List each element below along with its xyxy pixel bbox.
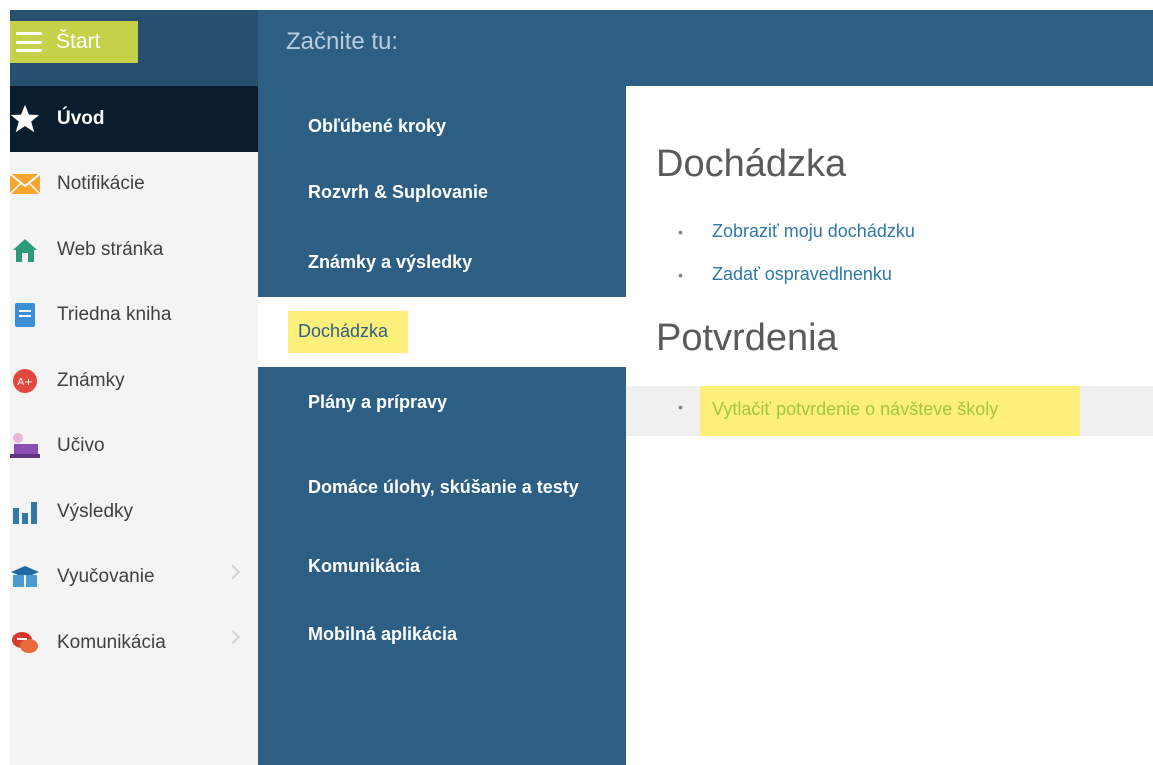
menu-item-mobilna-aplikacia[interactable]: Mobilná aplikácia [258,612,626,656]
lesson-icon [10,431,40,461]
menu-item-komunikacia[interactable]: Komunikácia [258,544,626,588]
sidebar-item-triedna-kniha[interactable]: Triedna kniha [10,283,258,349]
sidebar-item-label: Známky [57,369,125,391]
menu-item-label: Komunikácia [308,556,421,576]
sidebar-item-label: Notifikácie [57,173,145,195]
sidebar-item-znamky[interactable]: A+ Známky [10,348,258,414]
house-icon [10,235,40,265]
svg-text:A+: A+ [17,377,32,388]
sidebar-item-label: Web stránka [57,238,164,260]
menu-item-znamky-vysledky[interactable]: Známky a výsledky [258,240,626,284]
menu-item-label: Dochádzka [288,311,409,353]
chevron-right-icon [225,564,241,579]
menu-item-label: Známky a výsledky [308,252,473,272]
link-vytlacit-potvrdenie[interactable]: Vytlačiť potvrdenie o návšteve školy [712,399,998,420]
sidebar-item-label: Triedna kniha [57,304,172,326]
sidebar-item-label: Výsledky [57,500,134,522]
section-title-dochadzka: Dochádzka [656,143,847,185]
bullet-icon: • [678,266,683,283]
menu-item-label: Domáce úlohy, skúšanie a testy [308,477,579,497]
list-item: • Zadať ospravedlnenku [678,264,892,285]
hamburger-menu-icon [16,32,42,52]
menu-item-label: Rozvrh & Suplovanie [308,182,489,202]
book-icon [10,300,40,330]
sidebar: Úvod Notifikácie Web stránka Triedna kni… [10,86,258,765]
sidebar-item-label: Vyučovanie [57,566,155,588]
link-zadat-ospravedlnenku[interactable]: Zadať ospravedlnenku [712,264,892,285]
sidebar-item-vyucovanie[interactable]: Vyučovanie [10,545,258,611]
start-menu: Obľúbené kroky Rozvrh & Suplovanie Známk… [258,86,626,765]
sidebar-item-vysledky[interactable]: Výsledky [10,479,258,545]
section-title-potvrdenia: Potvrdenia [656,317,838,359]
menu-item-rozvrh[interactable]: Rozvrh & Suplovanie [258,170,626,214]
bullet-icon: • [678,223,683,240]
chat-icon [10,628,40,658]
sidebar-item-komunikacia[interactable]: Komunikácia [10,610,258,676]
star-icon [10,104,40,134]
app-frame: Štart Začnite tu: Úvod Notifikácie Web s… [10,10,1153,765]
menu-item-dochadzka[interactable]: Dochádzka [258,297,626,367]
grade-icon: A+ [10,366,40,396]
sidebar-item-label: Učivo [57,435,105,457]
bar-chart-icon [10,497,40,527]
menu-item-oblubene-kroky[interactable]: Obľúbené kroky [258,104,626,148]
chevron-right-icon [225,629,241,645]
highlighted-row: • Vytlačiť potvrdenie o návšteve školy [626,386,1153,436]
menu-item-label: Mobilná aplikácia [308,624,458,644]
start-label: Štart [56,30,101,53]
sidebar-item-ucivo[interactable]: Učivo [10,414,258,480]
content-panel: Dochádzka • Zobraziť moju dochádzku • Za… [626,91,1153,765]
sidebar-item-label: Úvod [57,107,105,129]
list-item: • Zobraziť moju dochádzku [678,221,915,242]
sidebar-item-notifikacie[interactable]: Notifikácie [10,152,258,218]
top-bar-left: Štart [10,10,258,86]
sidebar-item-label: Komunikácia [57,631,166,653]
menu-item-label: Plány a prípravy [308,392,448,412]
envelope-icon [10,169,40,199]
sidebar-item-uvod[interactable]: Úvod [10,86,258,152]
page-title: Začnite tu: [286,28,399,55]
menu-item-plany-pripravy[interactable]: Plány a prípravy [258,380,626,424]
menu-item-domace-ulohy[interactable]: Domáce úlohy, skúšanie a testy [258,456,626,518]
sidebar-item-web-stranka[interactable]: Web stránka [10,217,258,283]
top-bar: Štart Začnite tu: [10,10,1153,86]
open-book-icon [10,562,40,592]
link-zobrazit-dochadzku[interactable]: Zobraziť moju dochádzku [712,221,915,242]
menu-item-label: Obľúbené kroky [308,116,446,136]
start-button[interactable]: Štart [10,21,138,63]
highlight-box: Vytlačiť potvrdenie o návšteve školy [700,386,1080,436]
